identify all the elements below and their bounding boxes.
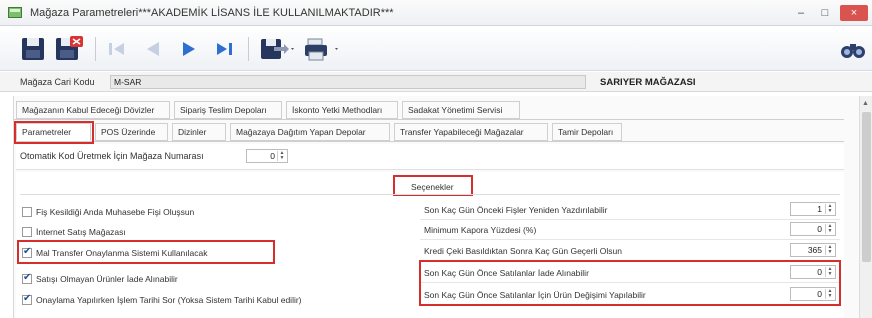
previous-record-icon[interactable] — [140, 35, 166, 63]
export-icon[interactable] — [258, 35, 298, 63]
credit-voucher-days-label: Kredi Çeki Basıldıktan Sonra Kaç Gün Geç… — [424, 246, 622, 256]
min-deposit-label: Minimum Kapora Yüzdesi (%) — [424, 225, 537, 235]
highlight-transfer-approval — [17, 240, 275, 264]
parameter-panel: Otomatik Kod Üretmek İçin Mağaza Numaras… — [16, 144, 844, 170]
section-divider — [20, 194, 840, 195]
store-info-row: Mağaza Cari Kodu M-SAR SARIYER MAĞAZASI — [0, 72, 872, 92]
options-section: Seçenekler Fiş Kesildiği Anda Muhasebe F… — [16, 172, 844, 318]
receipt-accounting-checkbox[interactable] — [22, 207, 32, 217]
auto-code-label: Otomatik Kod Üretmek İçin Mağaza Numaras… — [20, 151, 204, 161]
save-delete-icon[interactable] — [54, 35, 84, 63]
spinner-arrows-icon[interactable]: ▲ ▼ — [825, 245, 834, 255]
toolbar — [0, 27, 872, 71]
tab-container: Mağazanın Kabul Edeceği Dövizler Sipariş… — [13, 96, 859, 318]
tab-distribution-depots[interactable]: Mağazaya Dağıtım Yapan Depolar — [230, 123, 390, 141]
tab-indexes[interactable]: Dizinler — [172, 123, 226, 141]
highlight-return-exchange-days — [419, 260, 841, 306]
row-divider — [420, 239, 840, 240]
tab-repair-depots[interactable]: Tamir Depoları — [552, 123, 622, 141]
tab-transfer-stores[interactable]: Transfer Yapabileceği Mağazalar — [394, 123, 548, 141]
reprint-days-value: 1 — [817, 204, 822, 214]
print-icon[interactable] — [302, 35, 344, 63]
return-unsold-checkbox[interactable] — [22, 272, 32, 284]
tab-row-divider — [14, 119, 844, 120]
reprint-days-label: Son Kaç Gün Önceki Fişler Yeniden Yazdır… — [424, 205, 608, 215]
internet-store-checkbox[interactable] — [22, 227, 32, 237]
tab-discount-methods[interactable]: İskonto Yetki Methodları — [286, 101, 398, 119]
save-icon[interactable] — [20, 35, 46, 63]
scroll-up-icon[interactable]: ▲ — [862, 100, 869, 107]
receipt-accounting-label: Fiş Kesildiği Anda Muhasebe Fişi Oluşsun — [36, 207, 195, 217]
row-divider — [420, 219, 840, 220]
close-button[interactable]: × — [840, 5, 868, 21]
spinner-arrows-icon[interactable]: ▲ ▼ — [825, 204, 834, 214]
min-deposit-stepper[interactable]: 0 ▲ ▼ — [790, 222, 836, 236]
minimize-button[interactable]: – — [790, 5, 812, 21]
store-name: SARIYER MAĞAZASI — [600, 77, 696, 88]
parameters-window: Mağaza Parametreleri***AKADEMİK LİSANS İ… — [0, 0, 872, 318]
vertical-scrollbar[interactable]: ▲ — [859, 96, 872, 318]
tab-row-divider — [14, 141, 844, 142]
reprint-days-stepper[interactable]: 1 ▲ ▼ — [790, 202, 836, 216]
last-record-icon[interactable] — [212, 35, 238, 63]
next-record-icon[interactable] — [176, 35, 202, 63]
credit-voucher-days-stepper[interactable]: 365 ▲ ▼ — [790, 243, 836, 257]
app-icon — [8, 7, 22, 18]
tab-loyalty-service[interactable]: Sadakat Yönetimi Servisi — [402, 101, 520, 119]
ask-transaction-date-checkbox[interactable] — [22, 293, 32, 305]
highlight-parameters-tab — [14, 121, 94, 144]
return-unsold-label: Satışı Olmayan Ürünler İade Alınabilir — [36, 274, 178, 284]
search-binoculars-icon[interactable] — [838, 35, 870, 63]
toolbar-separator — [248, 37, 249, 61]
toolbar-separator — [95, 37, 96, 61]
tab-order-delivery-depots[interactable]: Sipariş Teslim Depoları — [174, 101, 282, 119]
credit-voucher-days-value: 365 — [807, 245, 822, 255]
title-bar: Mağaza Parametreleri***AKADEMİK LİSANS İ… — [0, 0, 872, 26]
internet-store-label: İnternet Satış Mağazası — [36, 227, 126, 237]
first-record-icon[interactable] — [104, 35, 130, 63]
store-code-label: Mağaza Cari Kodu — [20, 77, 95, 87]
auto-code-value: 0 — [270, 151, 275, 161]
auto-code-stepper[interactable]: 0 ▲ ▼ — [246, 149, 288, 163]
spinner-arrows-icon[interactable]: ▲ ▼ — [825, 224, 834, 234]
store-code-field[interactable]: M-SAR — [110, 75, 586, 89]
ask-transaction-date-label: Onaylama Yapılırken İşlem Tarihi Sor (Yo… — [36, 295, 302, 305]
maximize-button[interactable]: □ — [814, 5, 836, 21]
tab-currencies[interactable]: Mağazanın Kabul Edeceği Dövizler — [16, 101, 170, 119]
window-title: Mağaza Parametreleri***AKADEMİK LİSANS İ… — [30, 7, 394, 19]
spinner-arrows-icon[interactable]: ▲ ▼ — [277, 151, 286, 161]
tab-pos[interactable]: POS Üzerinde — [95, 123, 168, 141]
highlight-section-title — [393, 175, 473, 196]
min-deposit-value: 0 — [817, 224, 822, 234]
scroll-thumb[interactable] — [862, 112, 871, 262]
